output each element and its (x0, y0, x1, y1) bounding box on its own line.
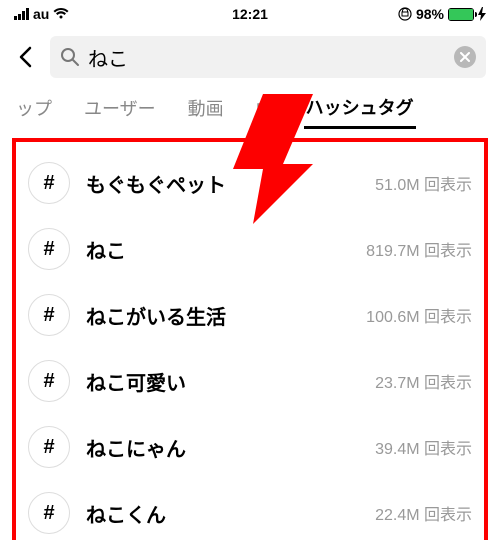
tabs: ップユーザー動画曲ハッシュタグ (0, 88, 500, 128)
hashtag-name: ねこ (86, 235, 350, 264)
chevron-left-icon (18, 46, 32, 68)
hashtag-name: もぐもぐペット (86, 169, 359, 198)
hashtag-name: ねこ可愛い (86, 367, 359, 396)
hash-icon: # (28, 492, 70, 534)
status-right: 98% (398, 6, 486, 22)
hashtag-count: 22.4M 回表示 (375, 501, 472, 525)
hashtag-row[interactable]: # ねこくん 22.4M 回表示 (22, 480, 478, 540)
signal-icon (14, 8, 29, 20)
hash-icon: # (28, 294, 70, 336)
rotation-lock-icon (398, 7, 412, 21)
search-row: ねこ (0, 28, 500, 88)
search-box[interactable]: ねこ (50, 36, 486, 78)
hash-icon: # (28, 426, 70, 468)
hashtag-row[interactable]: # ねこ 819.7M 回表示 (22, 216, 478, 282)
search-input[interactable]: ねこ (88, 43, 446, 72)
close-icon (460, 52, 470, 62)
hashtag-count: 23.7M 回表示 (375, 369, 472, 393)
hash-icon: # (28, 228, 70, 270)
status-left: au (14, 6, 69, 22)
hashtag-count: 819.7M 回表示 (366, 237, 472, 261)
hashtag-row[interactable]: # もぐもぐペット 51.0M 回表示 (22, 150, 478, 216)
tab-4[interactable]: ハッシュタグ (304, 88, 416, 129)
tab-2[interactable]: 動画 (186, 89, 226, 127)
battery-fill (449, 9, 473, 20)
clear-search-button[interactable] (454, 46, 476, 68)
hashtag-name: ねこがいる生活 (86, 301, 350, 330)
hashtag-results: # もぐもぐペット 51.0M 回表示 # ねこ 819.7M 回表示 # ねこがいる生活 10… (12, 138, 488, 540)
hashtag-count: 100.6M 回表示 (366, 303, 472, 327)
tab-1[interactable]: ユーザー (82, 89, 158, 127)
battery-icon (448, 8, 474, 21)
status-bar: au 12:21 98% (0, 0, 500, 28)
tab-3[interactable]: 曲 (254, 89, 276, 127)
search-icon (60, 47, 80, 67)
tab-0[interactable]: ップ (14, 89, 54, 127)
back-button[interactable] (10, 42, 40, 72)
hashtag-count: 39.4M 回表示 (375, 435, 472, 459)
hashtag-name: ねこくん (86, 499, 359, 528)
carrier-label: au (33, 6, 49, 22)
hashtag-row[interactable]: # ねこにゃん 39.4M 回表示 (22, 414, 478, 480)
hashtag-row[interactable]: # ねこ可愛い 23.7M 回表示 (22, 348, 478, 414)
hashtag-count: 51.0M 回表示 (375, 171, 472, 195)
hashtag-row[interactable]: # ねこがいる生活 100.6M 回表示 (22, 282, 478, 348)
hash-icon: # (28, 360, 70, 402)
battery-percent: 98% (416, 6, 444, 22)
hashtag-name: ねこにゃん (86, 433, 359, 462)
wifi-icon (53, 8, 69, 20)
hash-icon: # (28, 162, 70, 204)
charging-icon (478, 7, 486, 21)
